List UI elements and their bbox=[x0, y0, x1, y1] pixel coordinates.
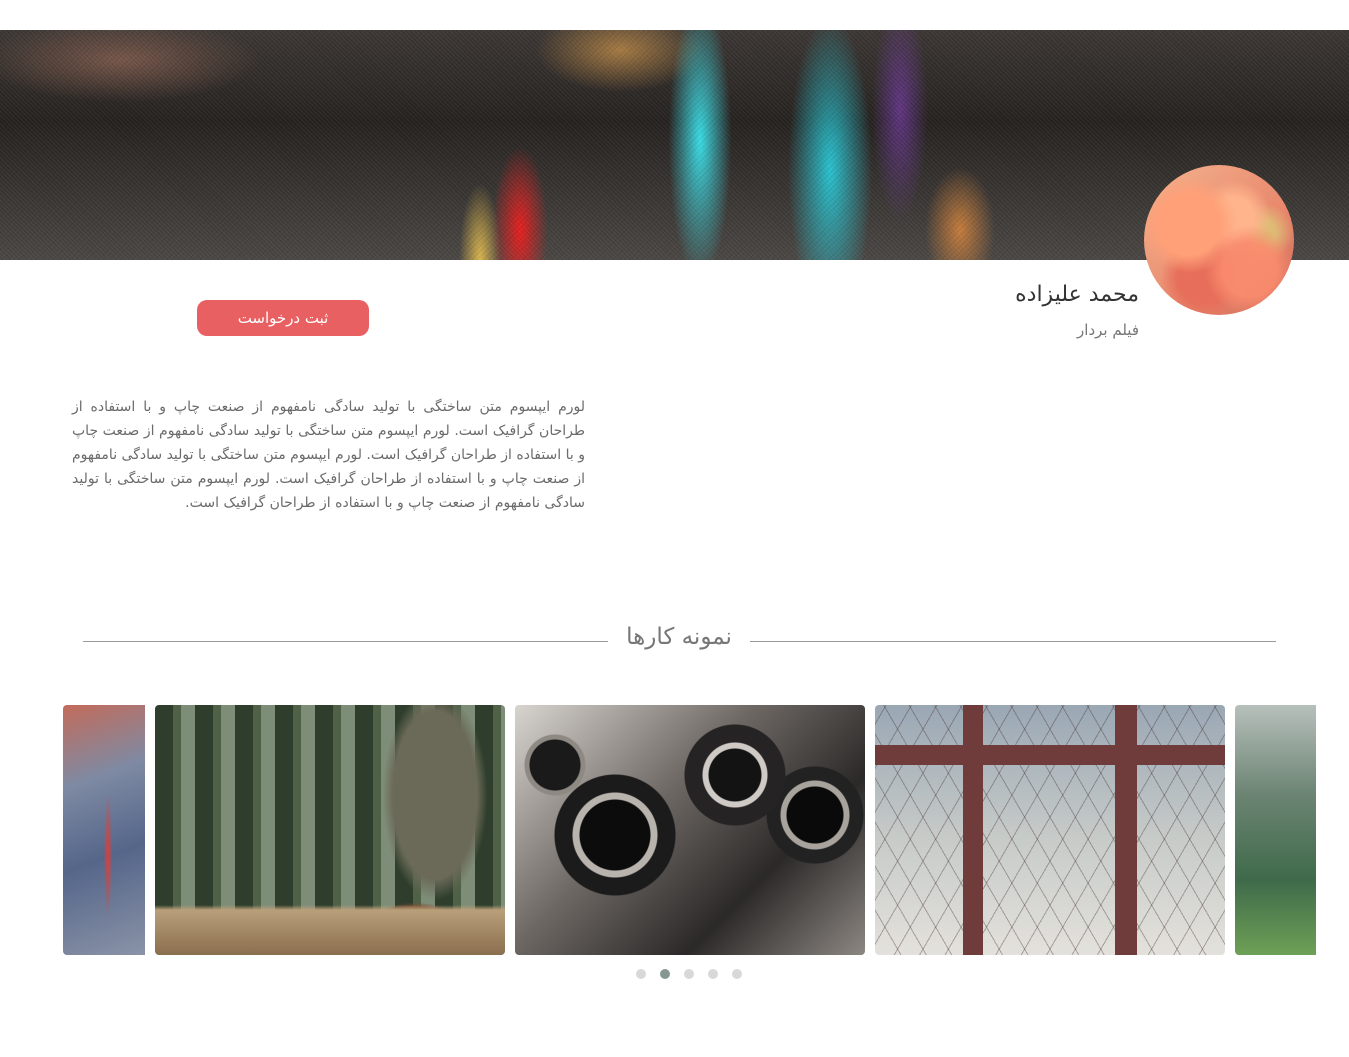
carousel-dot[interactable] bbox=[708, 969, 718, 979]
portfolio-slide-bridge[interactable] bbox=[875, 705, 1225, 955]
carousel-dot[interactable] bbox=[732, 969, 742, 979]
divider-line bbox=[750, 641, 1276, 642]
portfolio-slide-walking[interactable] bbox=[155, 705, 505, 955]
profile-role: فیلم بردار bbox=[1077, 321, 1139, 339]
portfolio-header: نمونه کارها bbox=[83, 624, 1276, 660]
profile-name: محمد علیزاده bbox=[1015, 282, 1139, 307]
profile-bio: لورم ایپسوم متن ساختگی با تولید سادگی نا… bbox=[72, 399, 585, 511]
portfolio-slide-hills[interactable] bbox=[1235, 705, 1316, 955]
divider-line bbox=[83, 641, 608, 642]
carousel-dots bbox=[636, 969, 742, 979]
portfolio-slide-camera[interactable] bbox=[515, 705, 865, 955]
carousel-dot-active[interactable] bbox=[660, 969, 670, 979]
portfolio-slide-light-trails[interactable] bbox=[63, 705, 145, 955]
carousel-dot[interactable] bbox=[636, 969, 646, 979]
carousel-dot[interactable] bbox=[684, 969, 694, 979]
submit-request-button[interactable]: ثبت درخواست bbox=[197, 300, 369, 336]
avatar bbox=[1144, 165, 1294, 315]
portfolio-title: نمونه کارها bbox=[626, 624, 732, 650]
